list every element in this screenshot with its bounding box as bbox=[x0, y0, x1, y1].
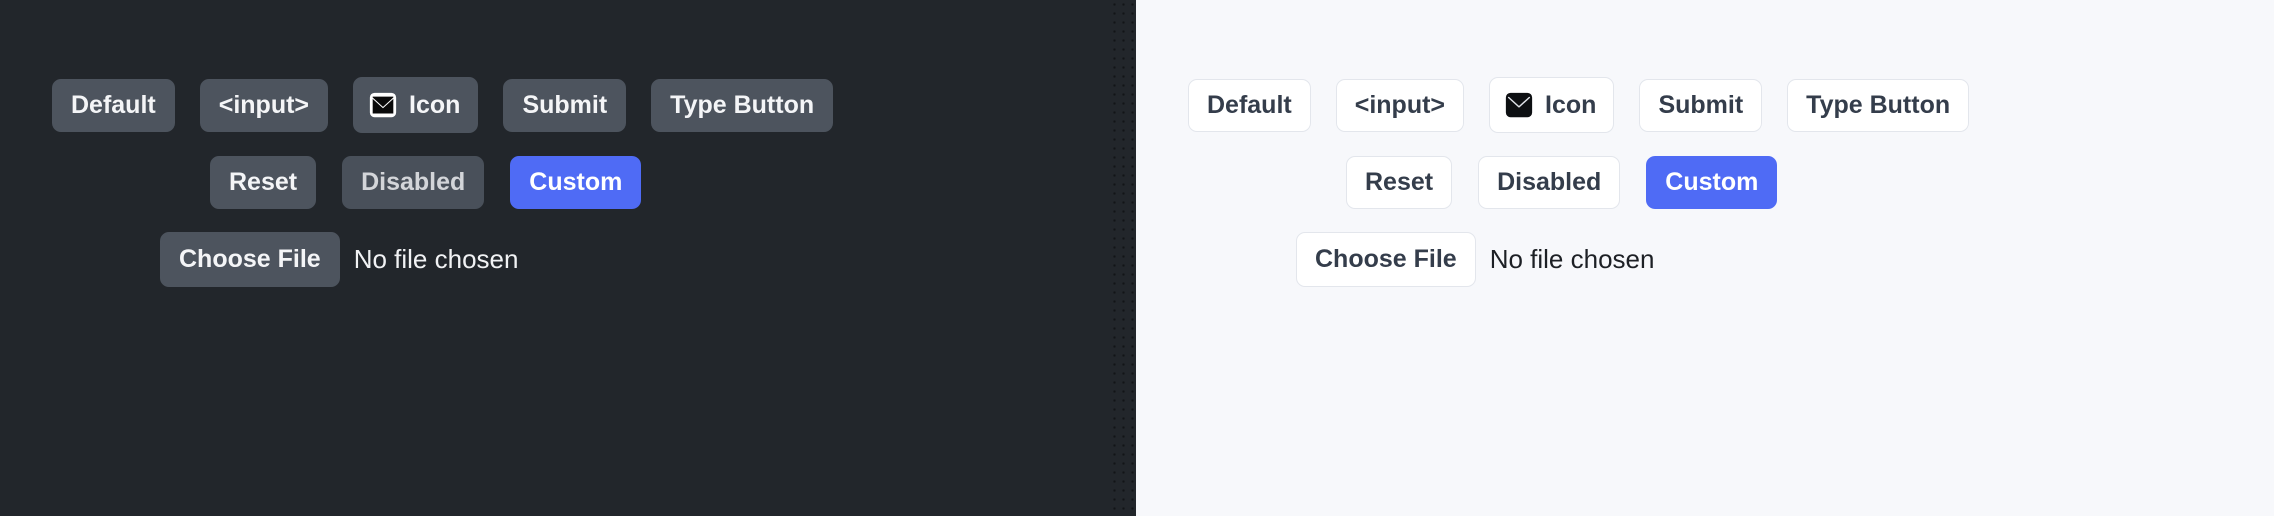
disabled-button: Disabled bbox=[1478, 155, 1621, 209]
light-theme-panel: Default <input> Icon Submit Type Button … bbox=[1136, 0, 2274, 516]
dark-button-row-file: Choose File No file chosen bbox=[0, 231, 1136, 287]
default-button[interactable]: Default bbox=[52, 78, 175, 132]
submit-button[interactable]: Submit bbox=[1639, 78, 1763, 132]
envelope-icon bbox=[1504, 90, 1534, 120]
icon-button-label: Icon bbox=[409, 90, 461, 119]
light-button-showcase: Default <input> Icon Submit Type Button … bbox=[1136, 0, 2274, 287]
default-button[interactable]: Default bbox=[1188, 78, 1311, 132]
reset-button[interactable]: Reset bbox=[210, 155, 317, 209]
icon-button[interactable]: Icon bbox=[353, 77, 479, 133]
input-element-button[interactable]: <input> bbox=[1335, 78, 1465, 132]
input-element-button[interactable]: <input> bbox=[199, 78, 329, 132]
type-button[interactable]: Type Button bbox=[651, 78, 834, 132]
disabled-button: Disabled bbox=[342, 155, 485, 209]
dark-button-row-secondary: Reset Disabled Custom bbox=[0, 155, 1136, 209]
custom-button[interactable]: Custom bbox=[510, 155, 642, 209]
icon-button[interactable]: Icon bbox=[1489, 77, 1615, 133]
type-button[interactable]: Type Button bbox=[1787, 78, 1970, 132]
light-button-row-primary: Default <input> Icon Submit Type Button bbox=[1136, 77, 2274, 133]
custom-button[interactable]: Custom bbox=[1646, 155, 1778, 209]
choose-file-button[interactable]: Choose File bbox=[160, 231, 340, 287]
reset-button[interactable]: Reset bbox=[1346, 155, 1453, 209]
choose-file-button[interactable]: Choose File bbox=[1296, 231, 1476, 287]
dark-button-row-primary: Default <input> Icon Submit Type Button bbox=[0, 77, 1136, 133]
file-status-text: No file chosen bbox=[353, 244, 519, 274]
icon-button-label: Icon bbox=[1545, 90, 1597, 119]
submit-button[interactable]: Submit bbox=[503, 78, 627, 132]
theme-split-comparison: Default <input> Icon Submit Type Button bbox=[0, 0, 2274, 516]
file-status-text: No file chosen bbox=[1489, 244, 1655, 274]
dark-theme-panel: Default <input> Icon Submit Type Button bbox=[0, 0, 1136, 516]
file-input-field[interactable]: Choose File No file chosen bbox=[160, 231, 519, 287]
file-input-field[interactable]: Choose File No file chosen bbox=[1296, 231, 1655, 287]
envelope-icon bbox=[368, 90, 398, 120]
dark-button-showcase: Default <input> Icon Submit Type Button bbox=[0, 0, 1136, 287]
light-button-row-secondary: Reset Disabled Custom bbox=[1136, 155, 2274, 209]
light-button-row-file: Choose File No file chosen bbox=[1136, 231, 2274, 287]
